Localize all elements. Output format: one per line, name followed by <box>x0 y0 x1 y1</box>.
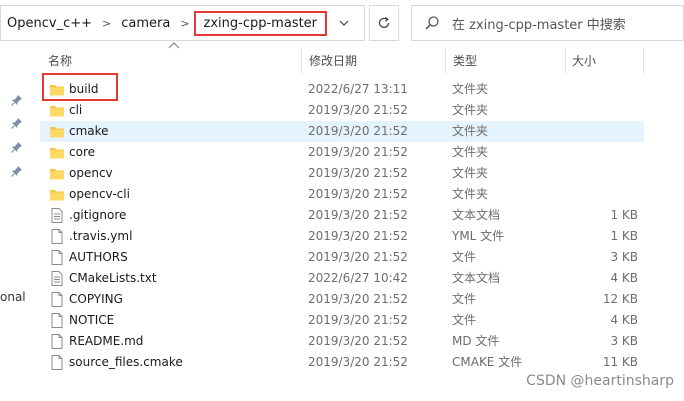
file-name: AUTHORS <box>69 250 128 264</box>
file-type: 文件夹 <box>452 187 489 201</box>
chevron-right-icon[interactable]: > <box>96 17 117 30</box>
file-size: 11 KB <box>602 355 638 369</box>
file-name: opencv <box>69 166 113 180</box>
file-name: NOTICE <box>69 313 115 327</box>
file-name: source_files.cmake <box>69 355 183 369</box>
breadcrumb-item-current[interactable]: zxing-cpp-master <box>193 10 328 36</box>
pin-icon[interactable] <box>11 94 23 106</box>
file-row[interactable]: COPYING 2019/3/20 21:52 文件 12 KB <box>40 289 644 310</box>
file-size: 4 KB <box>610 313 638 327</box>
file-size: 3 KB <box>610 334 638 348</box>
breadcrumb-item-opencv[interactable]: Opencv_c++ <box>1 16 96 31</box>
folder-row[interactable]: cmake 2019/3/20 21:52 文件夹 <box>40 121 644 142</box>
column-header-row: 名称 修改日期 类型 大小 <box>0 48 684 74</box>
watermark: CSDN @heartinsharp <box>526 373 674 389</box>
breadcrumb-item-camera[interactable]: camera <box>117 16 174 31</box>
file-row[interactable]: .travis.yml 2019/3/20 21:52 YML 文件 1 KB <box>40 226 644 247</box>
file-name: CMakeLists.txt <box>69 271 157 285</box>
column-header-date[interactable]: 修改日期 <box>309 48 357 74</box>
file-type: 文件夹 <box>452 166 489 180</box>
folder-row[interactable]: cli 2019/3/20 21:52 文件夹 <box>40 100 644 121</box>
file-type: CMAKE 文件 <box>452 355 523 369</box>
file-type: 文件 <box>452 292 477 306</box>
file-date: 2022/6/27 10:42 <box>308 271 408 285</box>
file-date: 2019/3/20 21:52 <box>308 229 408 243</box>
file-explorer-window: Opencv_c++ > camera > zxing-cpp-master 在… <box>0 0 684 401</box>
chevron-right-icon[interactable]: > <box>174 17 195 30</box>
refresh-button[interactable] <box>369 5 399 41</box>
file-size: 4 KB <box>610 271 638 285</box>
address-bar[interactable]: Opencv_c++ > camera > zxing-cpp-master <box>0 5 365 41</box>
search-placeholder: 在 zxing-cpp-master 中搜索 <box>452 17 626 33</box>
refresh-icon <box>378 16 390 29</box>
file-type: 文件 <box>452 313 477 327</box>
file-date: 2019/3/20 21:52 <box>308 103 408 117</box>
file-date: 2019/3/20 21:52 <box>308 187 408 201</box>
file-date: 2019/3/20 21:52 <box>308 355 408 369</box>
file-type: MD 文件 <box>452 334 500 348</box>
file-type: 文本文档 <box>452 208 501 222</box>
pin-icon[interactable] <box>11 165 23 177</box>
file-row[interactable]: AUTHORS 2019/3/20 21:52 文件 3 KB <box>40 247 644 268</box>
file-type: 文件夹 <box>452 82 489 96</box>
file-date: 2019/3/20 21:52 <box>308 145 408 159</box>
column-header-size[interactable]: 大小 <box>572 48 596 74</box>
column-divider[interactable] <box>565 48 566 74</box>
file-type: 文本文档 <box>452 271 501 285</box>
folder-row[interactable]: opencv-cli 2019/3/20 21:52 文件夹 <box>40 184 644 205</box>
column-header-type[interactable]: 类型 <box>453 48 477 74</box>
column-divider[interactable] <box>643 48 644 74</box>
file-name: cmake <box>69 124 109 138</box>
file-date: 2019/3/20 21:52 <box>308 166 408 180</box>
file-date: 2019/3/20 21:52 <box>308 292 408 306</box>
file-type: 文件夹 <box>452 145 489 159</box>
search-box[interactable]: 在 zxing-cpp-master 中搜索 <box>411 5 684 41</box>
file-date: 2019/3/20 21:52 <box>308 334 408 348</box>
file-name: core <box>69 145 95 159</box>
file-name: README.md <box>69 334 144 348</box>
column-divider[interactable] <box>445 48 446 74</box>
file-list: build 2022/6/27 13:11 文件夹 cli 2019/3/20 21:5… <box>40 79 644 373</box>
pin-icon[interactable] <box>11 141 23 153</box>
column-header-name[interactable]: 名称 <box>48 48 72 74</box>
column-divider[interactable] <box>301 48 302 74</box>
file-name: .gitignore <box>69 208 127 222</box>
search-icon <box>425 16 439 30</box>
chevron-down-icon <box>339 20 349 26</box>
file-row[interactable]: source_files.cmake 2019/3/20 21:52 CMAKE 文… <box>40 352 644 373</box>
folder-row[interactable]: build 2022/6/27 13:11 文件夹 <box>40 79 644 100</box>
file-date: 2019/3/20 21:52 <box>308 208 408 222</box>
file-type: 文件夹 <box>452 124 489 138</box>
file-row[interactable]: CMakeLists.txt 2022/6/27 10:42 文本文档 4 KB <box>40 268 644 289</box>
file-type: YML 文件 <box>452 229 505 243</box>
nav-item-label[interactable]: onal <box>0 290 26 304</box>
pin-icon[interactable] <box>11 117 23 129</box>
file-type: 文件夹 <box>452 103 489 117</box>
folder-row[interactable]: opencv 2019/3/20 21:52 文件夹 <box>40 163 644 184</box>
file-size: 1 KB <box>610 208 638 222</box>
file-date: 2019/3/20 21:52 <box>308 124 408 138</box>
file-size: 12 KB <box>602 292 638 306</box>
address-history-dropdown[interactable] <box>324 5 364 41</box>
highlight-box <box>42 73 118 101</box>
file-name: .travis.yml <box>69 229 133 243</box>
file-row[interactable]: .gitignore 2019/3/20 21:52 文本文档 1 KB <box>40 205 644 226</box>
file-date: 2019/3/20 21:52 <box>308 313 408 327</box>
file-row[interactable]: README.md 2019/3/20 21:52 MD 文件 3 KB <box>40 331 644 352</box>
folder-row[interactable]: core 2019/3/20 21:52 文件夹 <box>40 142 644 163</box>
file-date: 2022/6/27 13:11 <box>308 82 408 96</box>
file-date: 2019/3/20 21:52 <box>308 250 408 264</box>
file-type: 文件 <box>452 250 477 264</box>
file-size: 3 KB <box>610 250 638 264</box>
file-row[interactable]: NOTICE 2019/3/20 21:52 文件 4 KB <box>40 310 644 331</box>
file-name: cli <box>69 103 83 117</box>
file-name: COPYING <box>69 292 123 306</box>
file-name: opencv-cli <box>69 187 130 201</box>
file-size: 1 KB <box>610 229 638 243</box>
